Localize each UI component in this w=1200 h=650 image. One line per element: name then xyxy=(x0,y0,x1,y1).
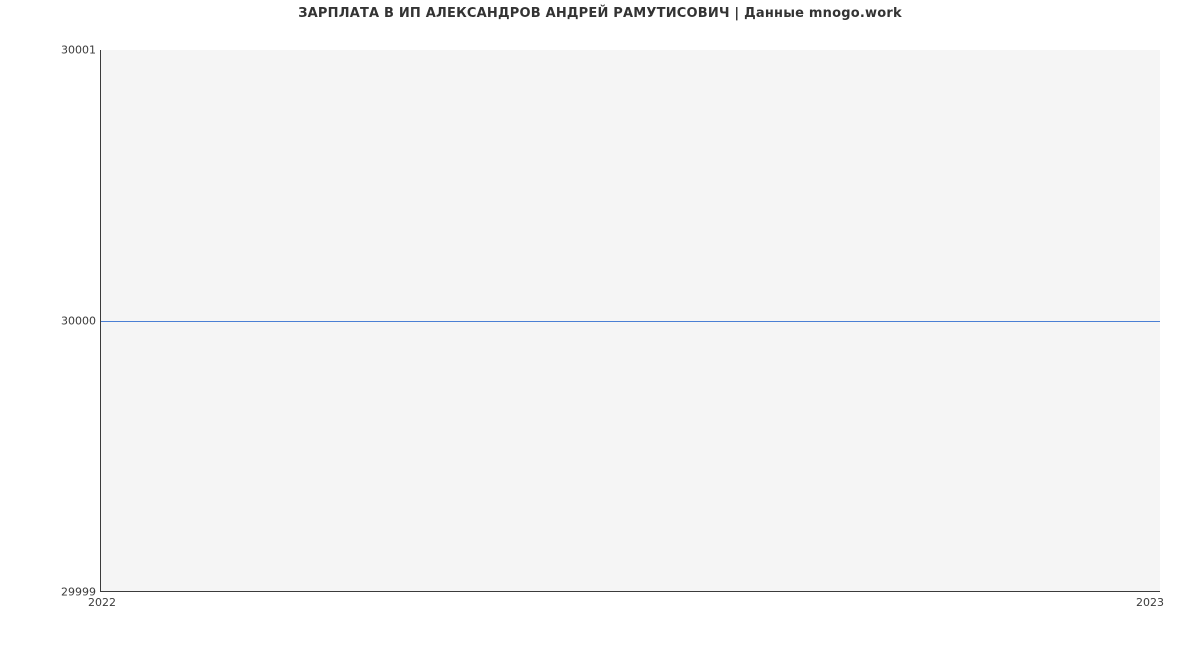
y-tick-label: 30000 xyxy=(61,315,96,328)
y-tick-label: 30001 xyxy=(61,44,96,57)
x-tick-label: 2022 xyxy=(88,596,116,609)
series-line-salary xyxy=(101,321,1160,322)
chart-container: ЗАРПЛАТА В ИП АЛЕКСАНДРОВ АНДРЕЙ РАМУТИС… xyxy=(0,0,1200,650)
chart-title: ЗАРПЛАТА В ИП АЛЕКСАНДРОВ АНДРЕЙ РАМУТИС… xyxy=(0,6,1200,21)
x-tick-label: 2023 xyxy=(1136,596,1164,609)
plot-area xyxy=(100,50,1160,592)
